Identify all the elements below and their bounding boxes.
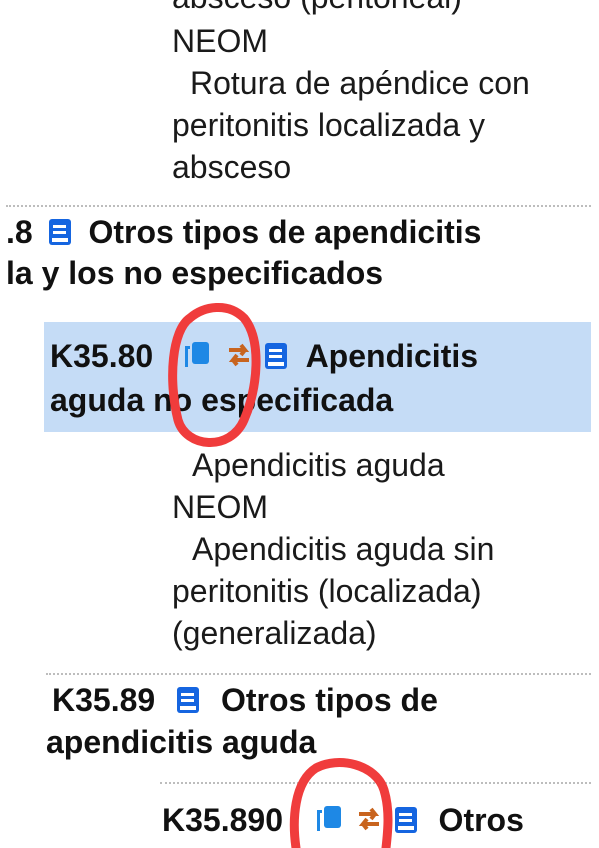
swap-icon[interactable] bbox=[355, 803, 383, 843]
top-entry-line-1: absceso (peritoneal) bbox=[172, 0, 462, 18]
k35-8-title-line1: Otros tipos de apendicitis bbox=[88, 214, 482, 250]
separator bbox=[160, 782, 591, 784]
k35-80-inclusion-2: NEOM bbox=[172, 489, 268, 525]
top-entry-line-2: NEOM bbox=[172, 23, 268, 59]
k35-80-inclusion-1: Apendicitis aguda bbox=[192, 447, 445, 483]
k35-8-heading[interactable]: .8 Otros tipos de apendicitis bbox=[6, 212, 481, 255]
separator bbox=[6, 205, 591, 207]
k35-80-inclusion-5: (generalizada) bbox=[172, 615, 377, 651]
copy-icon[interactable] bbox=[314, 803, 344, 843]
top-entry-line-4: peritonitis localizada y bbox=[172, 107, 486, 143]
k35-89-title-line2: apendicitis aguda bbox=[46, 724, 317, 760]
separator bbox=[46, 673, 591, 675]
top-entry-line-5: absceso bbox=[172, 149, 292, 185]
k35-8-title-line2: la y los no especificados bbox=[6, 255, 384, 291]
k35-890-heading[interactable]: K35.890 Otros bbox=[162, 800, 524, 843]
book-icon[interactable] bbox=[48, 215, 72, 255]
k35-89-title-line1: Otros tipos de bbox=[220, 682, 438, 718]
k35-890-title-word: Otros bbox=[438, 802, 524, 838]
k35-80-code: K35.80 bbox=[50, 338, 154, 374]
k35-80-heading[interactable]: K35.80 Apendicitis bbox=[50, 336, 478, 379]
k35-89-code: K35.89 bbox=[52, 682, 156, 718]
book-icon[interactable] bbox=[264, 339, 288, 379]
k35-80-title-line2: aguda no especificada bbox=[50, 382, 394, 418]
k35-80-inclusion-3: Apendicitis aguda sin bbox=[192, 531, 495, 567]
k35-80-inclusion-4: peritonitis (localizada) bbox=[172, 573, 482, 609]
top-entry-line-3: Rotura de apéndice con bbox=[190, 65, 530, 101]
k35-89-heading[interactable]: K35.89 Otros tipos de bbox=[52, 680, 438, 723]
k35-80-title-word: Apendicitis bbox=[305, 338, 479, 374]
k35-8-code: .8 bbox=[6, 214, 33, 250]
copy-icon[interactable] bbox=[182, 339, 212, 379]
book-icon[interactable] bbox=[176, 683, 200, 723]
k35-890-code: K35.890 bbox=[162, 802, 283, 838]
book-icon[interactable] bbox=[394, 803, 418, 843]
swap-icon[interactable] bbox=[225, 339, 253, 379]
